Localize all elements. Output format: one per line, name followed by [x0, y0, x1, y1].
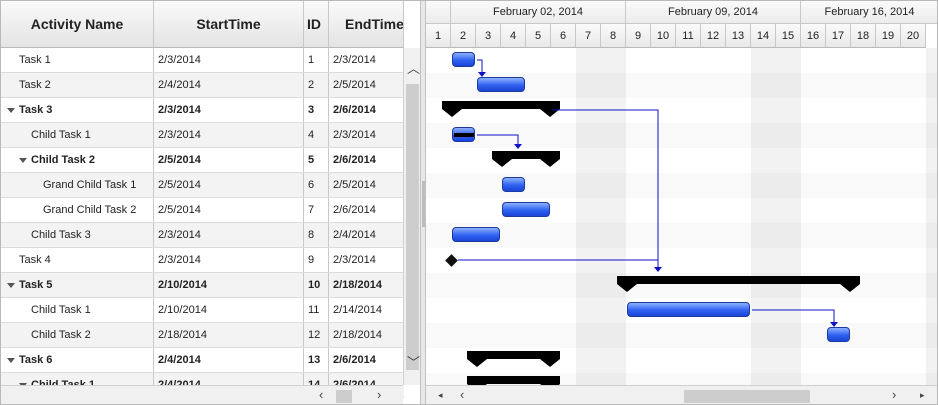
chevron-right-icon[interactable]: › — [892, 388, 896, 402]
timeline-horizontal-scrollbar[interactable]: ◂ ‹ › ▸ — [426, 385, 937, 404]
arrow-head-icon — [514, 144, 522, 149]
dependency-connector — [477, 134, 519, 148]
timeline-horizontal-scroll-thumb[interactable] — [684, 390, 810, 403]
arrow-head-icon — [654, 267, 662, 272]
dependency-lines — [458, 59, 838, 327]
chevron-left-icon[interactable]: ◂ — [438, 388, 443, 402]
arrow-head-icon — [478, 72, 486, 77]
chevron-left-icon[interactable]: ‹ — [460, 388, 464, 402]
arrow-head-icon — [830, 322, 838, 327]
chevron-right-icon[interactable]: ▸ — [920, 388, 925, 402]
gantt-control: Activity Name StartTime ID EndTime Task … — [0, 0, 938, 405]
dependency-connector — [552, 109, 659, 270]
dependency-connector — [752, 309, 835, 326]
